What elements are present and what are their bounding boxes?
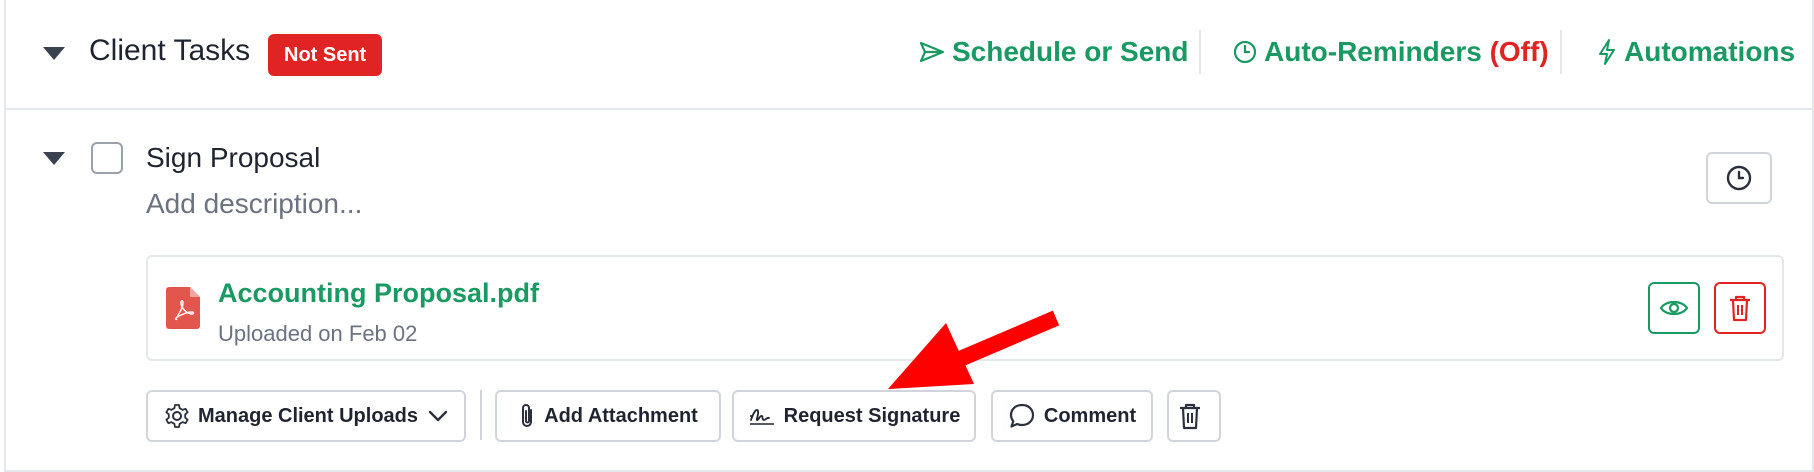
- status-badge: Not Sent: [268, 34, 383, 76]
- eye-icon: [1659, 300, 1689, 316]
- request-signature-label: Request Signature: [783, 404, 961, 427]
- actions-divider: [480, 390, 482, 440]
- paperclip-icon: [522, 404, 533, 427]
- panel-header: Client Tasks Not Sent Schedule or Send A…: [6, 0, 1812, 110]
- schedule-or-send-label: Schedule or Send: [952, 36, 1189, 67]
- header-divider: [1199, 30, 1201, 74]
- collapse-caret-icon[interactable]: [43, 47, 65, 60]
- task-description-input[interactable]: Add description...: [146, 188, 362, 220]
- comment-icon: [1009, 403, 1034, 428]
- automations-label: Automations: [1624, 36, 1796, 67]
- task-collapse-caret-icon[interactable]: [43, 152, 65, 165]
- schedule-or-send-link[interactable]: Schedule or Send: [918, 36, 1189, 68]
- automations-link[interactable]: Automations: [1596, 36, 1795, 68]
- attachment-upload-date: Uploaded on Feb 02: [218, 321, 418, 346]
- clock-icon: [1726, 165, 1752, 191]
- preview-attachment-button[interactable]: [1648, 282, 1700, 334]
- trash-icon: [1180, 403, 1200, 430]
- task-title[interactable]: Sign Proposal: [146, 142, 320, 174]
- auto-reminders-link[interactable]: Auto-Reminders (Off): [1232, 36, 1549, 68]
- attachment-file-name-link[interactable]: Accounting Proposal.pdf: [218, 278, 539, 309]
- signature-icon: [749, 408, 774, 425]
- task-complete-checkbox[interactable]: [91, 142, 123, 174]
- header-divider: [1560, 30, 1562, 74]
- send-icon: [919, 41, 945, 63]
- auto-reminders-state: (Off): [1489, 36, 1549, 67]
- manage-client-uploads-label: Manage Client Uploads: [197, 404, 419, 427]
- chevron-down-icon: [428, 410, 448, 422]
- comment-label: Comment: [1043, 404, 1137, 427]
- trash-icon: [1730, 295, 1750, 322]
- pdf-file-icon: [166, 287, 200, 329]
- auto-reminders-label: Auto-Reminders: [1264, 36, 1482, 67]
- delete-attachment-button[interactable]: [1714, 282, 1766, 334]
- gear-icon: [165, 404, 189, 428]
- comment-button[interactable]: Comment: [991, 390, 1153, 442]
- delete-task-button[interactable]: [1167, 390, 1221, 442]
- client-tasks-panel: Client Tasks Not Sent Schedule or Send A…: [4, 0, 1814, 472]
- task-due-date-button[interactable]: [1706, 152, 1772, 204]
- section-title: Client Tasks: [89, 34, 251, 67]
- add-attachment-button[interactable]: Add Attachment: [495, 390, 721, 442]
- lightning-icon: [1599, 39, 1615, 65]
- manage-client-uploads-dropdown[interactable]: Manage Client Uploads: [146, 390, 466, 442]
- clock-icon: [1233, 40, 1257, 64]
- add-attachment-label: Add Attachment: [544, 404, 698, 427]
- attachment-card: Accounting Proposal.pdf Uploaded on Feb …: [146, 255, 1784, 361]
- request-signature-button[interactable]: Request Signature: [732, 390, 976, 442]
